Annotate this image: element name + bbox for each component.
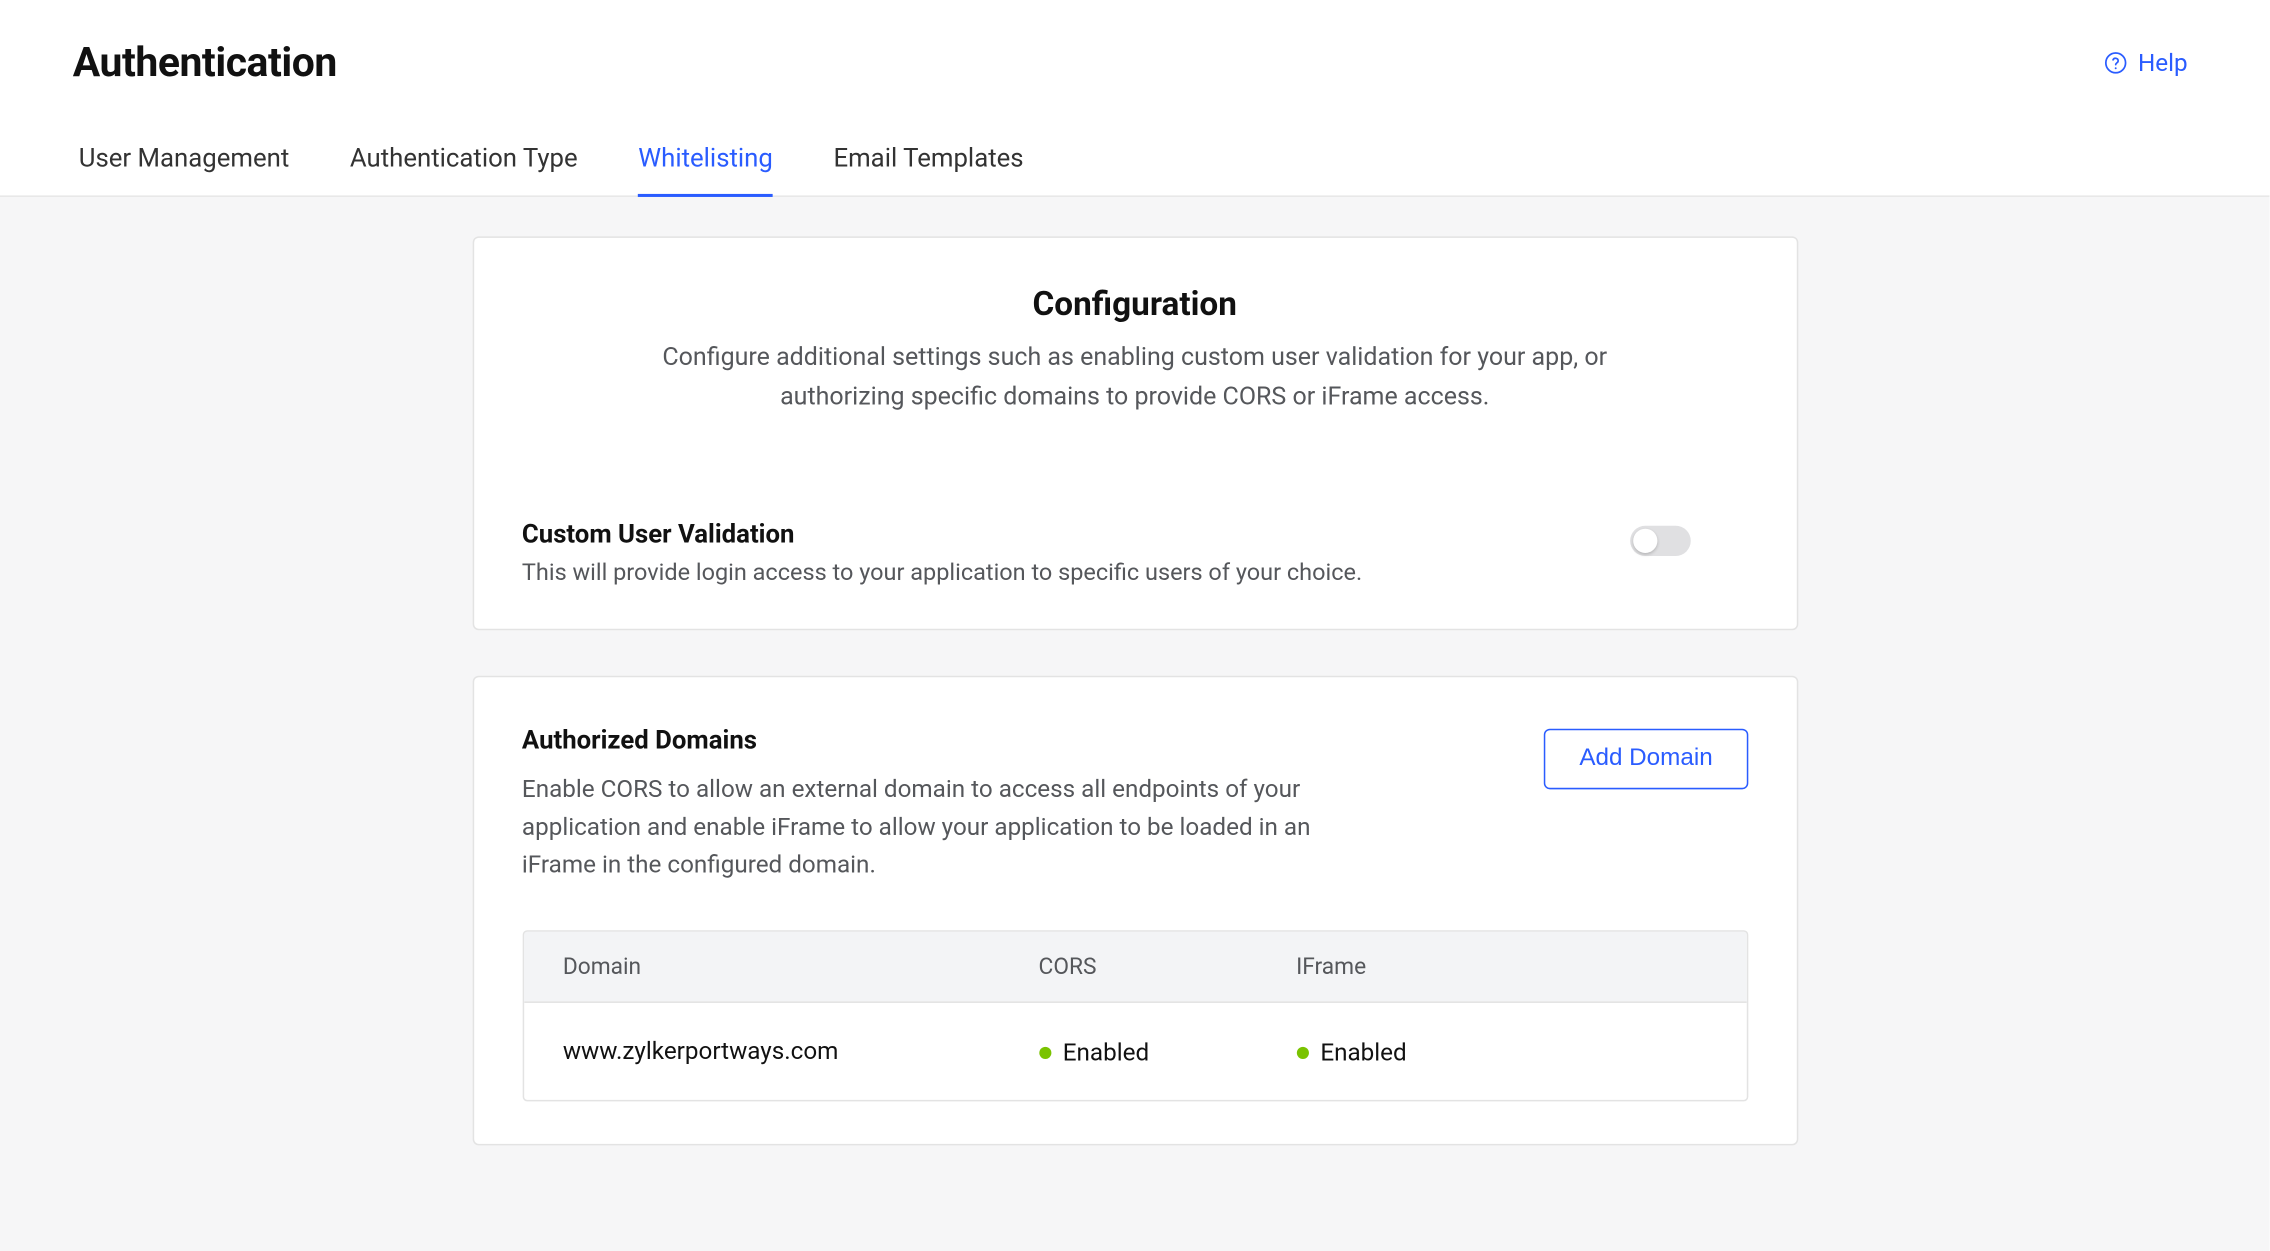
add-domain-button[interactable]: Add Domain	[1544, 729, 1747, 790]
tab-email-templates[interactable]: Email Templates	[833, 144, 1023, 196]
help-link[interactable]: Help	[2103, 48, 2197, 77]
table-header-row: Domain CORS IFrame	[523, 931, 1746, 1002]
custom-user-validation-title: Custom User Validation	[522, 520, 1362, 550]
custom-user-validation-toggle[interactable]	[1629, 526, 1690, 556]
authorized-domains-card: Authorized Domains Enable CORS to allow …	[472, 676, 1798, 1145]
help-label: Help	[2138, 48, 2188, 77]
tabs-nav: User Management Authentication Type Whit…	[0, 86, 2269, 197]
col-header-cors: CORS	[1039, 952, 1297, 979]
cors-status-label: Enabled	[1063, 1038, 1149, 1067]
tab-authentication-type[interactable]: Authentication Type	[350, 144, 578, 196]
tab-user-management[interactable]: User Management	[79, 144, 290, 196]
configuration-title: Configuration	[522, 286, 1748, 324]
iframe-status: Enabled	[1296, 1038, 1407, 1067]
tab-whitelisting[interactable]: Whitelisting	[638, 144, 773, 196]
cell-domain: www.zylkerportways.com	[523, 1037, 1038, 1066]
toggle-knob	[1632, 529, 1656, 553]
authorized-domains-description: Enable CORS to allow an external domain …	[522, 771, 1370, 884]
content-area: Configuration Configure additional setti…	[0, 197, 2269, 1251]
help-icon	[2103, 49, 2129, 75]
configuration-description: Configure additional settings such as en…	[620, 339, 1650, 416]
status-dot-icon	[1296, 1046, 1308, 1058]
custom-user-validation-description: This will provide login access to your a…	[522, 559, 1362, 586]
iframe-status-label: Enabled	[1320, 1038, 1406, 1067]
page-title: Authentication	[73, 38, 337, 86]
authorized-domains-title: Authorized Domains	[522, 726, 1370, 756]
col-header-iframe: IFrame	[1296, 952, 1746, 979]
status-dot-icon	[1039, 1046, 1051, 1058]
domains-table: Domain CORS IFrame www.zylkerportways.co…	[522, 929, 1748, 1101]
configuration-card: Configuration Configure additional setti…	[472, 236, 1798, 630]
col-header-domain: Domain	[523, 952, 1038, 979]
custom-user-validation-row: Custom User Validation This will provide…	[522, 471, 1748, 586]
cors-status: Enabled	[1039, 1038, 1150, 1067]
table-row: www.zylkerportways.com Enabled Enabled	[523, 1002, 1746, 1100]
